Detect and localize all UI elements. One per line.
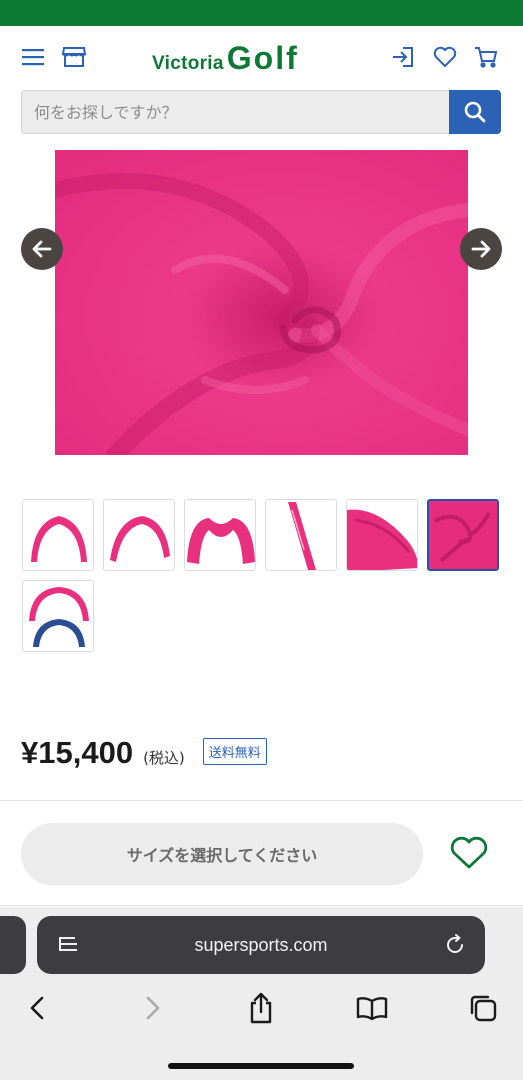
section-divider-bottom (0, 905, 523, 906)
store-icon[interactable] (59, 42, 89, 72)
cart-icon[interactable] (471, 42, 501, 72)
browser-share-button[interactable] (241, 988, 281, 1028)
back-chevron-icon (30, 996, 44, 1020)
heart-outline-icon (450, 836, 488, 869)
favorite-button[interactable] (446, 830, 492, 876)
site-header: Victoria Golf (0, 26, 523, 88)
heart-icon[interactable] (430, 42, 460, 72)
product-price: ¥15,400 (21, 735, 134, 770)
gallery-thumbnail-3[interactable] (184, 499, 256, 571)
gallery-next-button[interactable] (460, 228, 502, 270)
login-icon[interactable] (388, 42, 418, 72)
browser-bookmarks-button[interactable] (352, 988, 392, 1028)
forward-chevron-icon (146, 996, 160, 1020)
share-icon (250, 992, 272, 1024)
free-shipping-badge: 送料無料 (202, 737, 267, 765)
gallery-thumbnail-2[interactable] (103, 499, 175, 571)
menu-icon[interactable] (18, 42, 48, 72)
search-button[interactable] (449, 90, 501, 134)
search-bar (21, 90, 501, 134)
browser-back-button[interactable] (18, 988, 58, 1028)
victoria-golf-logo[interactable]: Victoria Golf (152, 40, 299, 76)
reload-icon[interactable] (443, 933, 467, 957)
browser-tabs-button[interactable] (463, 988, 503, 1028)
gallery-thumbnail-7[interactable] (22, 580, 94, 652)
product-main-image (55, 150, 468, 455)
section-divider (0, 800, 523, 801)
gallery-prev-button[interactable] (21, 228, 63, 270)
previous-tab-preview[interactable] (0, 916, 26, 974)
gallery-thumbnail-4[interactable] (265, 499, 337, 571)
arrow-right-icon (471, 240, 491, 258)
gallery-thumbnail-6[interactable] (427, 499, 499, 571)
price-row: ¥15,400 (税込) 送料無料 (21, 733, 267, 773)
logo-text-golf: Golf (226, 40, 299, 76)
search-icon (464, 101, 486, 123)
url-text: supersports.com (194, 934, 328, 955)
size-select-button[interactable]: サイズを選択してください (21, 823, 423, 885)
tax-note: (税込) (143, 748, 185, 767)
url-bar[interactable]: supersports.com (37, 916, 485, 974)
home-indicator (168, 1063, 354, 1069)
arrow-left-icon (32, 240, 52, 258)
browser-forward-button[interactable] (132, 988, 172, 1028)
logo-text-victoria: Victoria (152, 53, 224, 74)
bookmarks-icon (356, 997, 388, 1021)
status-strip (0, 0, 523, 26)
gallery-thumbnail-5[interactable] (346, 499, 418, 571)
tabs-icon (470, 995, 497, 1022)
gallery-thumbnail-1[interactable] (22, 499, 94, 571)
search-input[interactable] (21, 90, 449, 134)
